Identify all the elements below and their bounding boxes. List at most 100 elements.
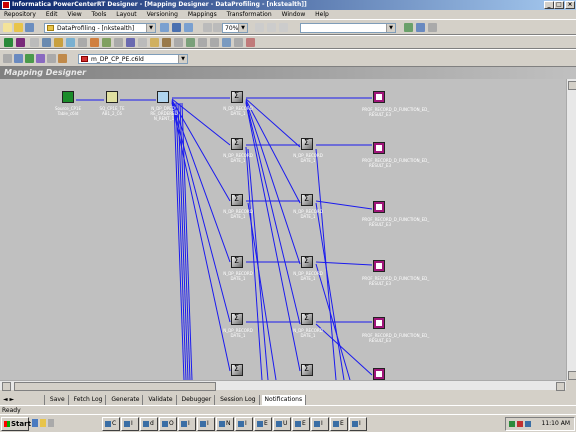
menu-view[interactable]: View: [63, 10, 85, 19]
source-definition[interactable]: [62, 91, 74, 103]
overview-icon[interactable]: [58, 54, 67, 63]
save-icon[interactable]: [25, 23, 34, 32]
xml-icon[interactable]: [186, 38, 195, 47]
chevron-down-icon[interactable]: ▼: [146, 24, 155, 32]
router-icon[interactable]: [102, 38, 111, 47]
tool-icon-c[interactable]: [279, 23, 288, 32]
target-definition[interactable]: [373, 91, 385, 103]
stored-procedure-icon[interactable]: [174, 38, 183, 47]
zoom-combo[interactable]: 70% ▼: [222, 23, 248, 33]
expression-node[interactable]: [231, 256, 243, 268]
taskbar-item[interactable]: C: [102, 417, 120, 431]
menu-layout[interactable]: Layout: [112, 10, 140, 19]
taskbar-item[interactable]: U: [273, 417, 291, 431]
menu-edit[interactable]: Edit: [42, 10, 62, 19]
update-strategy-icon[interactable]: [150, 38, 159, 47]
taskbar-item[interactable]: I: [178, 417, 196, 431]
history-icon[interactable]: [428, 23, 437, 32]
sorter-icon[interactable]: [126, 38, 135, 47]
mapping-combo[interactable]: m_DP_CP_PE.c6ld ▼: [78, 54, 188, 64]
menu-window[interactable]: Window: [278, 10, 310, 19]
target-definition[interactable]: [373, 260, 385, 272]
vertical-scrollbar[interactable]: [566, 79, 576, 380]
start-button[interactable]: Start: [1, 417, 31, 431]
tab-arrows[interactable]: ◄ ►: [0, 395, 45, 405]
quicklaunch-icon[interactable]: [48, 419, 54, 427]
window-tile-icon[interactable]: [160, 23, 169, 32]
expression-node[interactable]: [301, 194, 313, 206]
menu-versioning[interactable]: Versioning: [143, 10, 182, 19]
taskbar-item[interactable]: I: [197, 417, 215, 431]
filter-transformation[interactable]: [157, 91, 169, 103]
chevron-down-icon[interactable]: ▼: [386, 24, 395, 32]
tray-icon[interactable]: [517, 421, 523, 427]
target-definition[interactable]: [373, 142, 385, 154]
chevron-down-icon[interactable]: ▼: [238, 24, 247, 32]
maximize-button[interactable]: □: [554, 1, 564, 9]
mapping-canvas[interactable]: Source_CP1E Table_c6ld SQ_CP1E_TE AB1_2_…: [0, 79, 566, 380]
tab-debugger[interactable]: Debugger: [178, 395, 216, 405]
taskbar-item[interactable]: I: [311, 417, 329, 431]
custom-icon[interactable]: [210, 38, 219, 47]
scroll-down-icon[interactable]: [568, 371, 576, 380]
scroll-thumb[interactable]: [14, 382, 216, 391]
scroll-left-icon[interactable]: [2, 382, 11, 391]
close-button[interactable]: ×: [565, 1, 575, 9]
aggregator-icon[interactable]: [30, 38, 39, 47]
menu-mappings[interactable]: Mappings: [184, 10, 221, 19]
tray-icon[interactable]: [509, 421, 515, 427]
zoom-in-icon[interactable]: [203, 23, 212, 32]
horizontal-scrollbar[interactable]: [0, 380, 566, 391]
tab-session-log[interactable]: Session Log: [217, 395, 260, 405]
joiner-icon[interactable]: [66, 38, 75, 47]
repository-combo[interactable]: DataProfiling - [nkstealth] ▼: [44, 23, 156, 33]
validate-icon[interactable]: [36, 54, 45, 63]
tab-fetch-log[interactable]: Fetch Log: [71, 395, 107, 405]
taskbar-item[interactable]: E: [292, 417, 310, 431]
open-icon[interactable]: [14, 23, 23, 32]
tab-generate[interactable]: Generate: [108, 395, 144, 405]
zoom-out-icon[interactable]: [213, 23, 222, 32]
chevron-down-icon[interactable]: ▼: [178, 55, 187, 63]
toolbar-empty-combo[interactable]: ▼: [300, 23, 396, 33]
expression-node[interactable]: [301, 364, 313, 376]
expression-node[interactable]: [231, 194, 243, 206]
source-icon[interactable]: [4, 38, 13, 47]
union-icon[interactable]: [138, 38, 147, 47]
target-icon[interactable]: [16, 38, 25, 47]
menu-repository[interactable]: Repository: [0, 10, 40, 19]
taskbar-item[interactable]: E: [330, 417, 348, 431]
propagate-icon[interactable]: [47, 54, 56, 63]
expression-icon[interactable]: [42, 38, 51, 47]
new-icon[interactable]: [3, 23, 12, 32]
minimize-button[interactable]: _: [544, 1, 554, 9]
lookup-icon[interactable]: [78, 38, 87, 47]
expression-node[interactable]: [231, 91, 243, 103]
menu-transformation[interactable]: Transformation: [223, 10, 276, 19]
tab-validate[interactable]: Validate: [145, 395, 177, 405]
quicklaunch-icon[interactable]: [32, 419, 38, 427]
menu-tools[interactable]: Tools: [88, 10, 111, 19]
check-out-icon[interactable]: [416, 23, 425, 32]
target-definition[interactable]: [373, 201, 385, 213]
tool-icon-a[interactable]: [255, 23, 264, 32]
link-icon[interactable]: [234, 38, 243, 47]
window-arrange-icon[interactable]: [184, 23, 193, 32]
sequence-icon[interactable]: [114, 38, 123, 47]
taskbar-item[interactable]: N: [216, 417, 234, 431]
taskbar-item[interactable]: E: [254, 417, 272, 431]
filter-icon[interactable]: [54, 38, 63, 47]
taskbar-item[interactable]: d: [140, 417, 158, 431]
tool-icon-b[interactable]: [267, 23, 276, 32]
transaction-icon[interactable]: [198, 38, 207, 47]
mapplet-icon[interactable]: [222, 38, 231, 47]
rank-icon[interactable]: [90, 38, 99, 47]
taskbar-item[interactable]: O: [159, 417, 177, 431]
scroll-up-icon[interactable]: [568, 81, 576, 90]
quicklaunch-icon[interactable]: [40, 419, 46, 427]
check-in-icon[interactable]: [404, 23, 413, 32]
tray-icon[interactable]: [525, 421, 531, 427]
taskbar-item[interactable]: I: [235, 417, 253, 431]
run-icon[interactable]: [25, 54, 34, 63]
taskbar-item[interactable]: I: [349, 417, 367, 431]
